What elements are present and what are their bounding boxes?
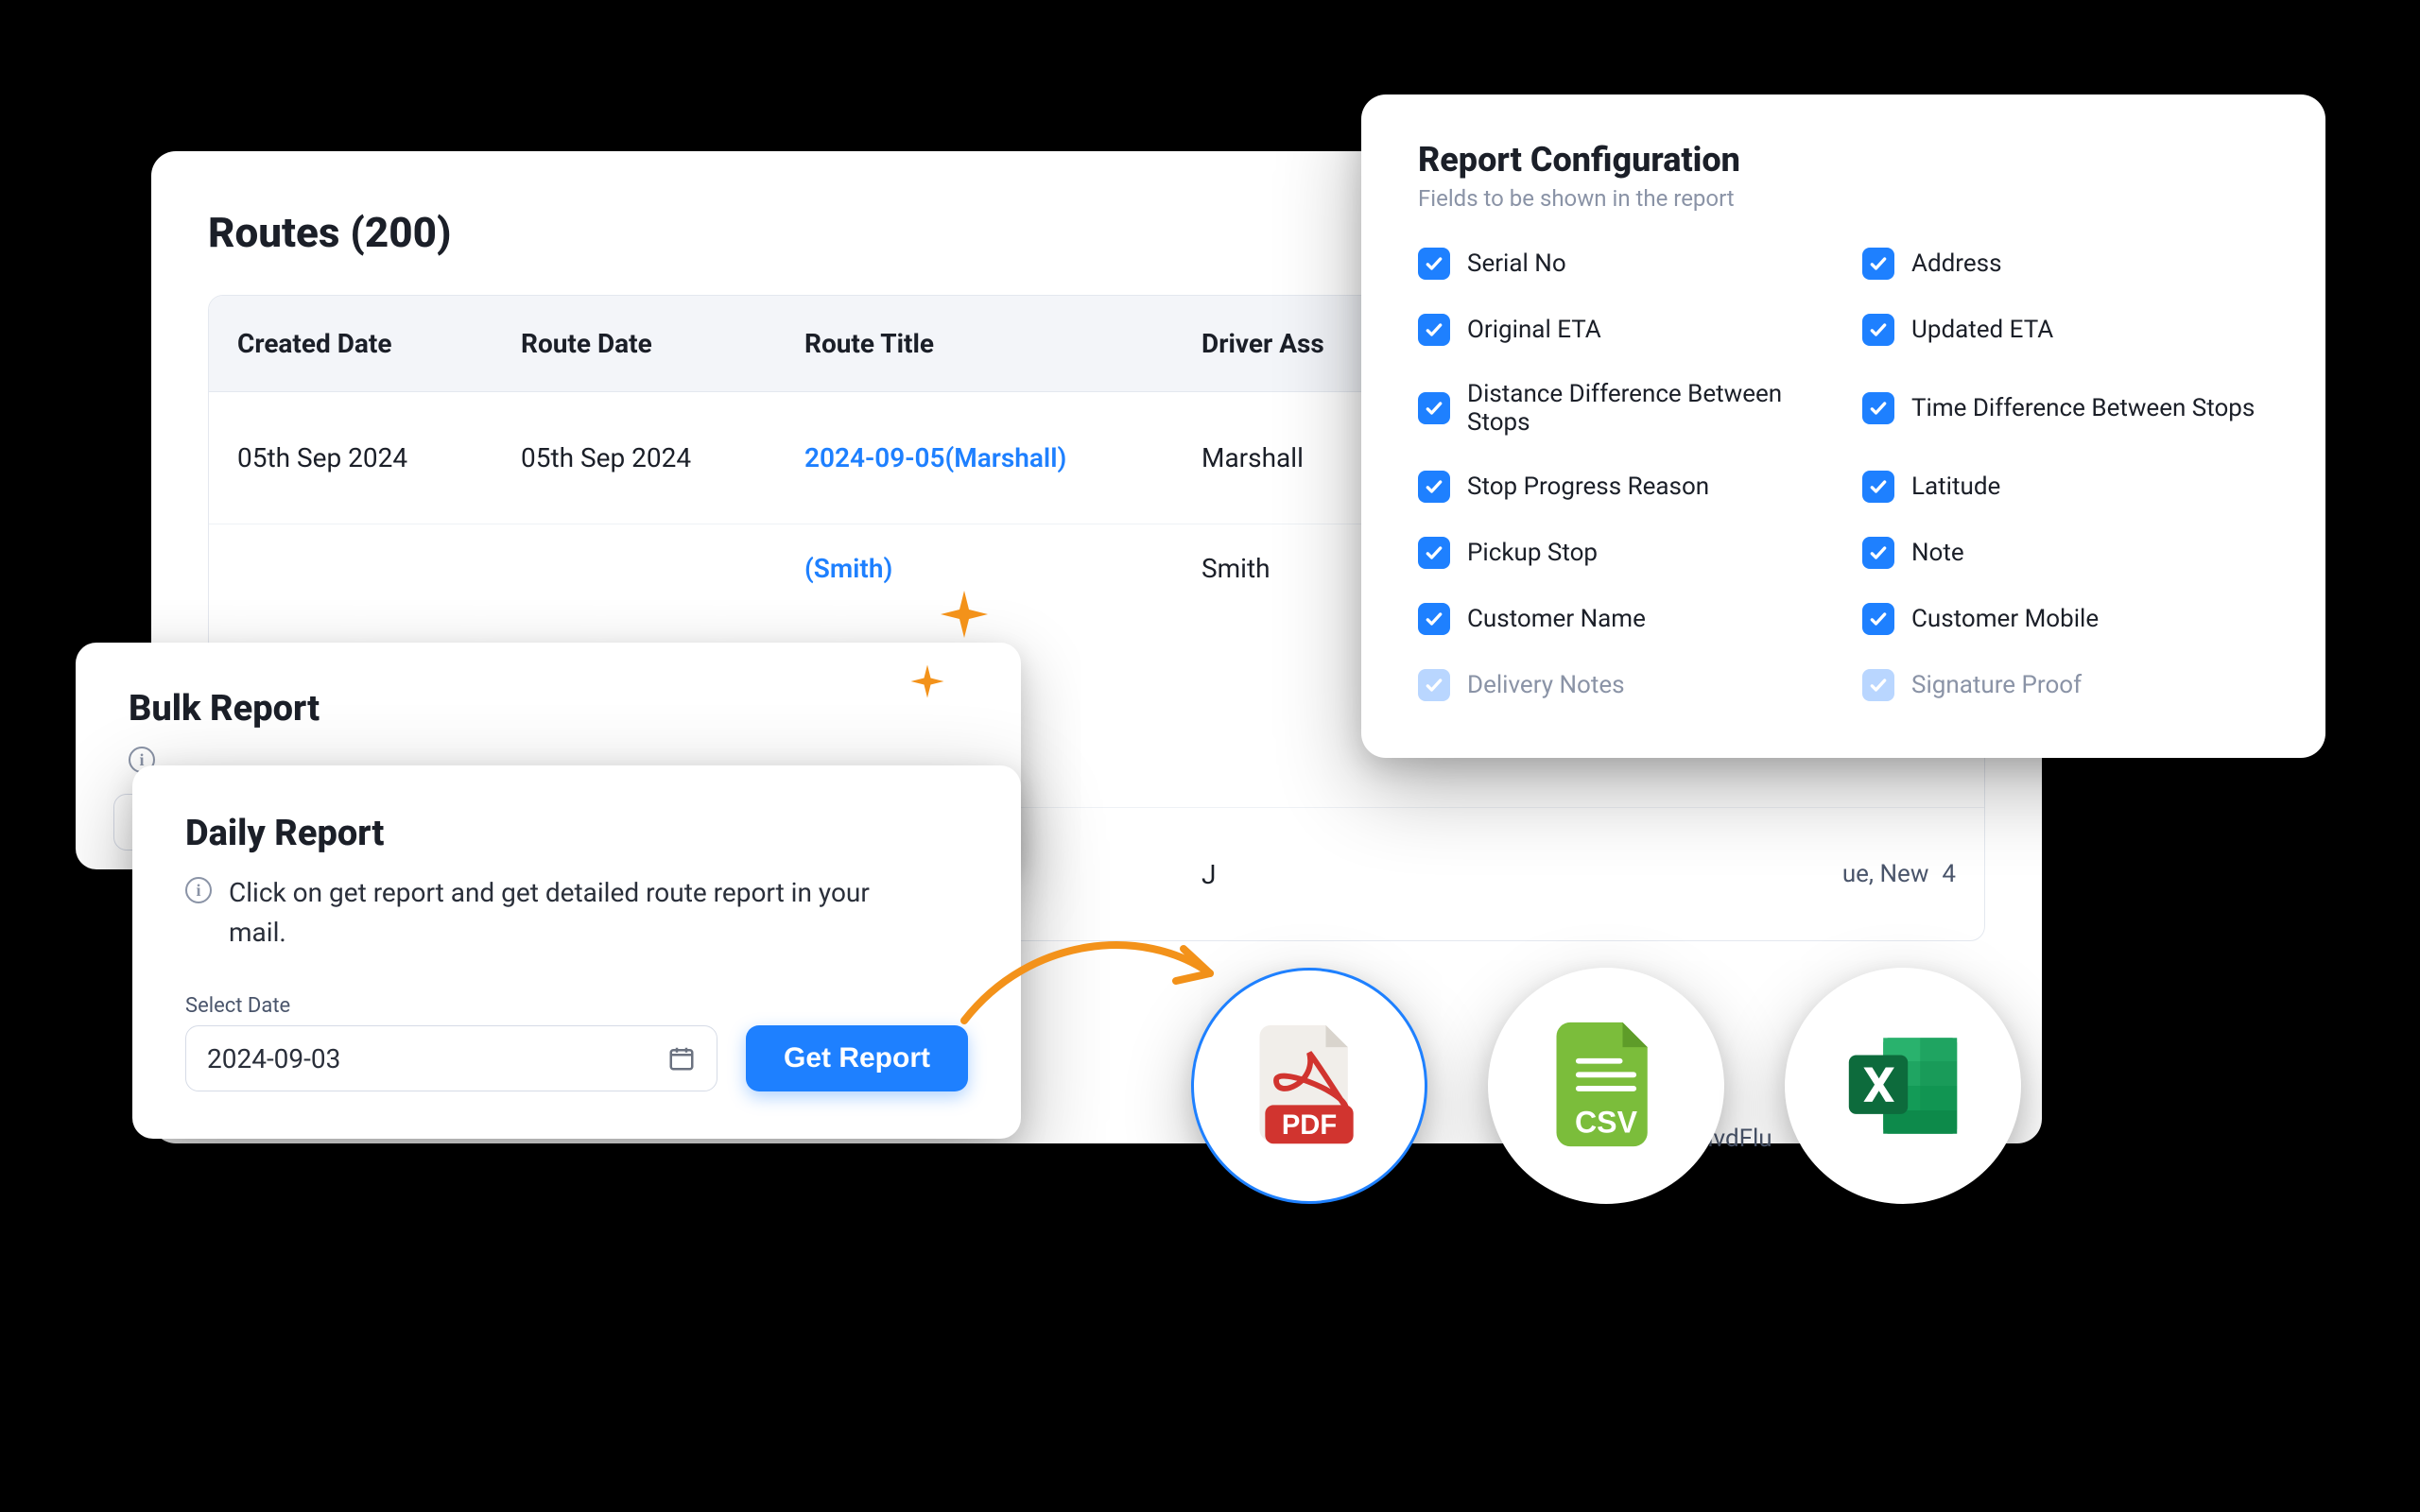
checkbox-icon[interactable] — [1862, 248, 1894, 280]
config-field-label: Customer Name — [1467, 605, 1646, 633]
report-config-title: Report Configuration — [1418, 140, 2269, 180]
config-field-label: Distance Difference Between Stops — [1467, 380, 1824, 437]
svg-text:PDF: PDF — [1282, 1110, 1337, 1141]
excel-file-icon — [1841, 1029, 1964, 1143]
col-header-route-date[interactable]: Route Date — [493, 296, 776, 391]
checkbox-icon[interactable] — [1862, 537, 1894, 569]
daily-report-card: Daily Report i Click on get report and g… — [132, 765, 1021, 1139]
route-title-link[interactable]: (Smith) — [804, 553, 892, 584]
checkbox-icon[interactable] — [1862, 314, 1894, 346]
config-field[interactable]: Delivery Notes — [1418, 669, 1824, 701]
config-field-label: Time Difference Between Stops — [1911, 394, 2255, 422]
config-field-label: Customer Mobile — [1911, 605, 2099, 633]
daily-report-description: Click on get report and get detailed rou… — [229, 873, 890, 953]
config-field[interactable]: Address — [1862, 248, 2269, 280]
col-header-route-title[interactable]: Route Title — [776, 296, 1173, 391]
checkbox-icon[interactable] — [1418, 537, 1450, 569]
config-field[interactable]: Time Difference Between Stops — [1862, 380, 2269, 437]
cell-created — [209, 524, 493, 581]
config-field-label: Address — [1911, 249, 2001, 278]
checkbox-icon[interactable] — [1418, 392, 1450, 424]
daily-report-title: Daily Report — [185, 813, 968, 854]
checkbox-icon[interactable] — [1418, 248, 1450, 280]
config-field[interactable]: Customer Mobile — [1862, 603, 2269, 635]
config-field[interactable]: Signature Proof — [1862, 669, 2269, 701]
config-field[interactable]: Original ETA — [1418, 314, 1824, 346]
info-icon: i — [185, 877, 212, 903]
checkbox-icon[interactable] — [1418, 314, 1450, 346]
config-field-label: Signature Proof — [1911, 671, 2082, 699]
export-csv-button[interactable]: CSV — [1488, 968, 1724, 1204]
checkbox-icon[interactable] — [1862, 392, 1894, 424]
config-field[interactable]: Stop Progress Reason — [1418, 471, 1824, 503]
config-field-label: Original ETA — [1467, 316, 1601, 344]
report-config-card: Report Configuration Fields to be shown … — [1361, 94, 2325, 758]
bulk-report-title: Bulk Report — [129, 688, 968, 730]
config-field-label: Note — [1911, 539, 1964, 567]
cell-route-date: 05th Sep 2024 — [493, 414, 776, 502]
config-field-label: Delivery Notes — [1467, 671, 1625, 699]
pdf-file-icon: PDF — [1253, 1020, 1366, 1152]
config-field-label: Serial No — [1467, 249, 1566, 278]
export-excel-button[interactable] — [1785, 968, 2021, 1204]
checkbox-icon[interactable] — [1862, 669, 1894, 701]
date-field-label: Select Date — [185, 994, 717, 1018]
date-input-value: 2024-09-03 — [207, 1043, 340, 1074]
config-field[interactable]: Pickup Stop — [1418, 537, 1824, 569]
config-field-label: Latitude — [1911, 472, 2000, 501]
route-title-link[interactable]: 2024-09-05(Marshall) — [804, 442, 1066, 473]
config-field[interactable]: Latitude — [1862, 471, 2269, 503]
cell-route-date — [493, 524, 776, 581]
config-field[interactable]: Distance Difference Between Stops — [1418, 380, 1824, 437]
address-fragment: ue, New — [1842, 860, 1929, 888]
csv-file-icon: CSV — [1549, 1020, 1663, 1152]
config-field[interactable]: Note — [1862, 537, 2269, 569]
config-field[interactable]: Serial No — [1418, 248, 1824, 280]
sparkle-icon — [936, 586, 993, 643]
config-field[interactable]: Customer Name — [1418, 603, 1824, 635]
export-pdf-button[interactable]: PDF — [1191, 968, 1427, 1204]
sparkle-icon — [908, 662, 947, 701]
report-config-subtitle: Fields to be shown in the report — [1418, 185, 2269, 212]
config-field-label: Stop Progress Reason — [1467, 472, 1709, 501]
address-fragment: 4 — [1942, 860, 1956, 888]
config-field-label: Pickup Stop — [1467, 539, 1598, 567]
col-header-created[interactable]: Created Date — [209, 296, 493, 391]
date-input[interactable]: 2024-09-03 — [185, 1025, 717, 1091]
checkbox-icon[interactable] — [1418, 603, 1450, 635]
config-field-label: Updated ETA — [1911, 316, 2053, 344]
cell-created: 05th Sep 2024 — [209, 414, 493, 502]
get-report-button[interactable]: Get Report — [746, 1025, 968, 1091]
config-field[interactable]: Updated ETA — [1862, 314, 2269, 346]
checkbox-icon[interactable] — [1418, 669, 1450, 701]
export-format-row: PDF CSV — [1191, 968, 2021, 1204]
calendar-icon — [667, 1044, 696, 1073]
cell-driver: J — [1173, 831, 1419, 919]
checkbox-icon[interactable] — [1418, 471, 1450, 503]
checkbox-icon[interactable] — [1862, 471, 1894, 503]
checkbox-icon[interactable] — [1862, 603, 1894, 635]
svg-text:CSV: CSV — [1575, 1106, 1638, 1140]
